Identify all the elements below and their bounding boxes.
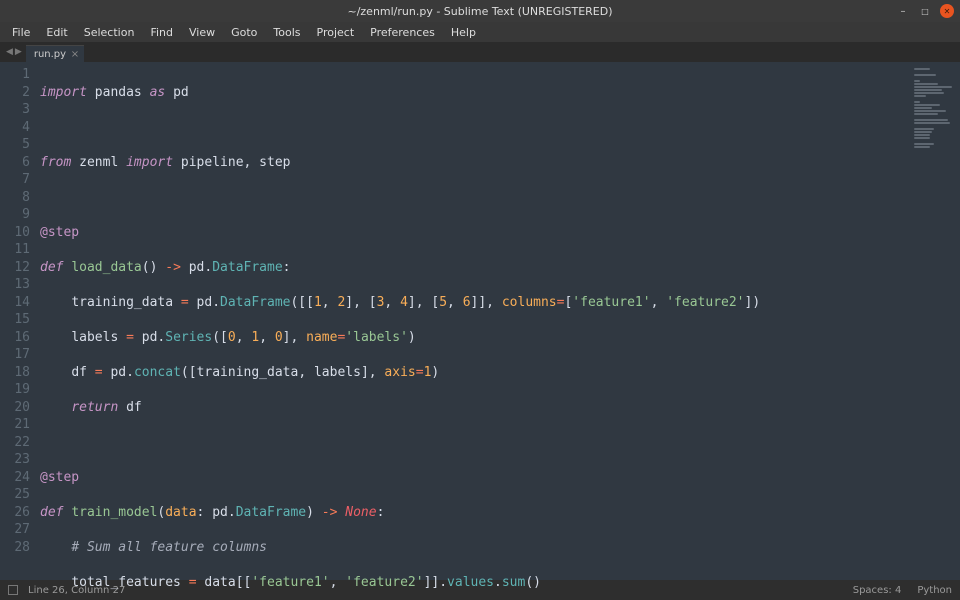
line-number: 28 bbox=[0, 539, 30, 557]
minimize-icon[interactable] bbox=[896, 4, 910, 18]
gutter: 1 2 3 4 5 6 7 8 9 10 11 12 13 14 15 16 1… bbox=[0, 62, 36, 580]
code-area[interactable]: import pandas as pd from zenml import pi… bbox=[36, 62, 908, 580]
maximize-icon[interactable] bbox=[918, 4, 932, 18]
line-number: 20 bbox=[0, 399, 30, 417]
line-number: 18 bbox=[0, 364, 30, 382]
line-number: 10 bbox=[0, 224, 30, 242]
status-syntax[interactable]: Python bbox=[917, 585, 952, 596]
line-number: 11 bbox=[0, 241, 30, 259]
tab-close-icon[interactable]: × bbox=[71, 49, 79, 60]
line-number: 23 bbox=[0, 451, 30, 469]
line-number: 27 bbox=[0, 521, 30, 539]
line-number: 3 bbox=[0, 101, 30, 119]
line-number: 25 bbox=[0, 486, 30, 504]
menu-file[interactable]: File bbox=[4, 24, 38, 41]
line-number: 26 bbox=[0, 504, 30, 522]
line-number: 14 bbox=[0, 294, 30, 312]
line-number: 2 bbox=[0, 84, 30, 102]
titlebar: ~/zenml/run.py - Sublime Text (UNREGISTE… bbox=[0, 0, 960, 22]
line-number: 19 bbox=[0, 381, 30, 399]
line-number: 12 bbox=[0, 259, 30, 277]
line-number: 16 bbox=[0, 329, 30, 347]
menu-preferences[interactable]: Preferences bbox=[362, 24, 443, 41]
tab-back-icon[interactable]: ◀ bbox=[6, 47, 13, 57]
menu-view[interactable]: View bbox=[181, 24, 223, 41]
line-number: 17 bbox=[0, 346, 30, 364]
tab-forward-icon[interactable]: ▶ bbox=[15, 47, 22, 57]
close-icon[interactable] bbox=[940, 4, 954, 18]
sidebar-toggle-icon[interactable] bbox=[8, 585, 18, 595]
line-number: 1 bbox=[0, 66, 30, 84]
menu-goto[interactable]: Goto bbox=[223, 24, 265, 41]
line-number: 13 bbox=[0, 276, 30, 294]
window-title: ~/zenml/run.py - Sublime Text (UNREGISTE… bbox=[347, 5, 612, 18]
minimap-content bbox=[914, 68, 954, 149]
window-controls bbox=[896, 4, 960, 18]
line-number: 6 bbox=[0, 154, 30, 172]
menubar: File Edit Selection Find View Goto Tools… bbox=[0, 22, 960, 42]
line-number: 9 bbox=[0, 206, 30, 224]
menu-edit[interactable]: Edit bbox=[38, 24, 75, 41]
tab-history-arrows: ◀ ▶ bbox=[2, 42, 26, 62]
line-number: 22 bbox=[0, 434, 30, 452]
line-number: 8 bbox=[0, 189, 30, 207]
menu-project[interactable]: Project bbox=[309, 24, 363, 41]
line-number: 15 bbox=[0, 311, 30, 329]
line-number: 5 bbox=[0, 136, 30, 154]
menu-tools[interactable]: Tools bbox=[265, 24, 308, 41]
menu-selection[interactable]: Selection bbox=[76, 24, 143, 41]
line-number: 7 bbox=[0, 171, 30, 189]
line-number: 21 bbox=[0, 416, 30, 434]
menu-help[interactable]: Help bbox=[443, 24, 484, 41]
line-number: 4 bbox=[0, 119, 30, 137]
line-number: 24 bbox=[0, 469, 30, 487]
tab-run-py[interactable]: run.py × bbox=[26, 45, 84, 62]
tab-label: run.py bbox=[34, 49, 66, 60]
minimap[interactable] bbox=[908, 62, 960, 580]
menu-find[interactable]: Find bbox=[142, 24, 181, 41]
tabbar: ◀ ▶ run.py × bbox=[0, 42, 960, 62]
editor: 1 2 3 4 5 6 7 8 9 10 11 12 13 14 15 16 1… bbox=[0, 62, 960, 580]
